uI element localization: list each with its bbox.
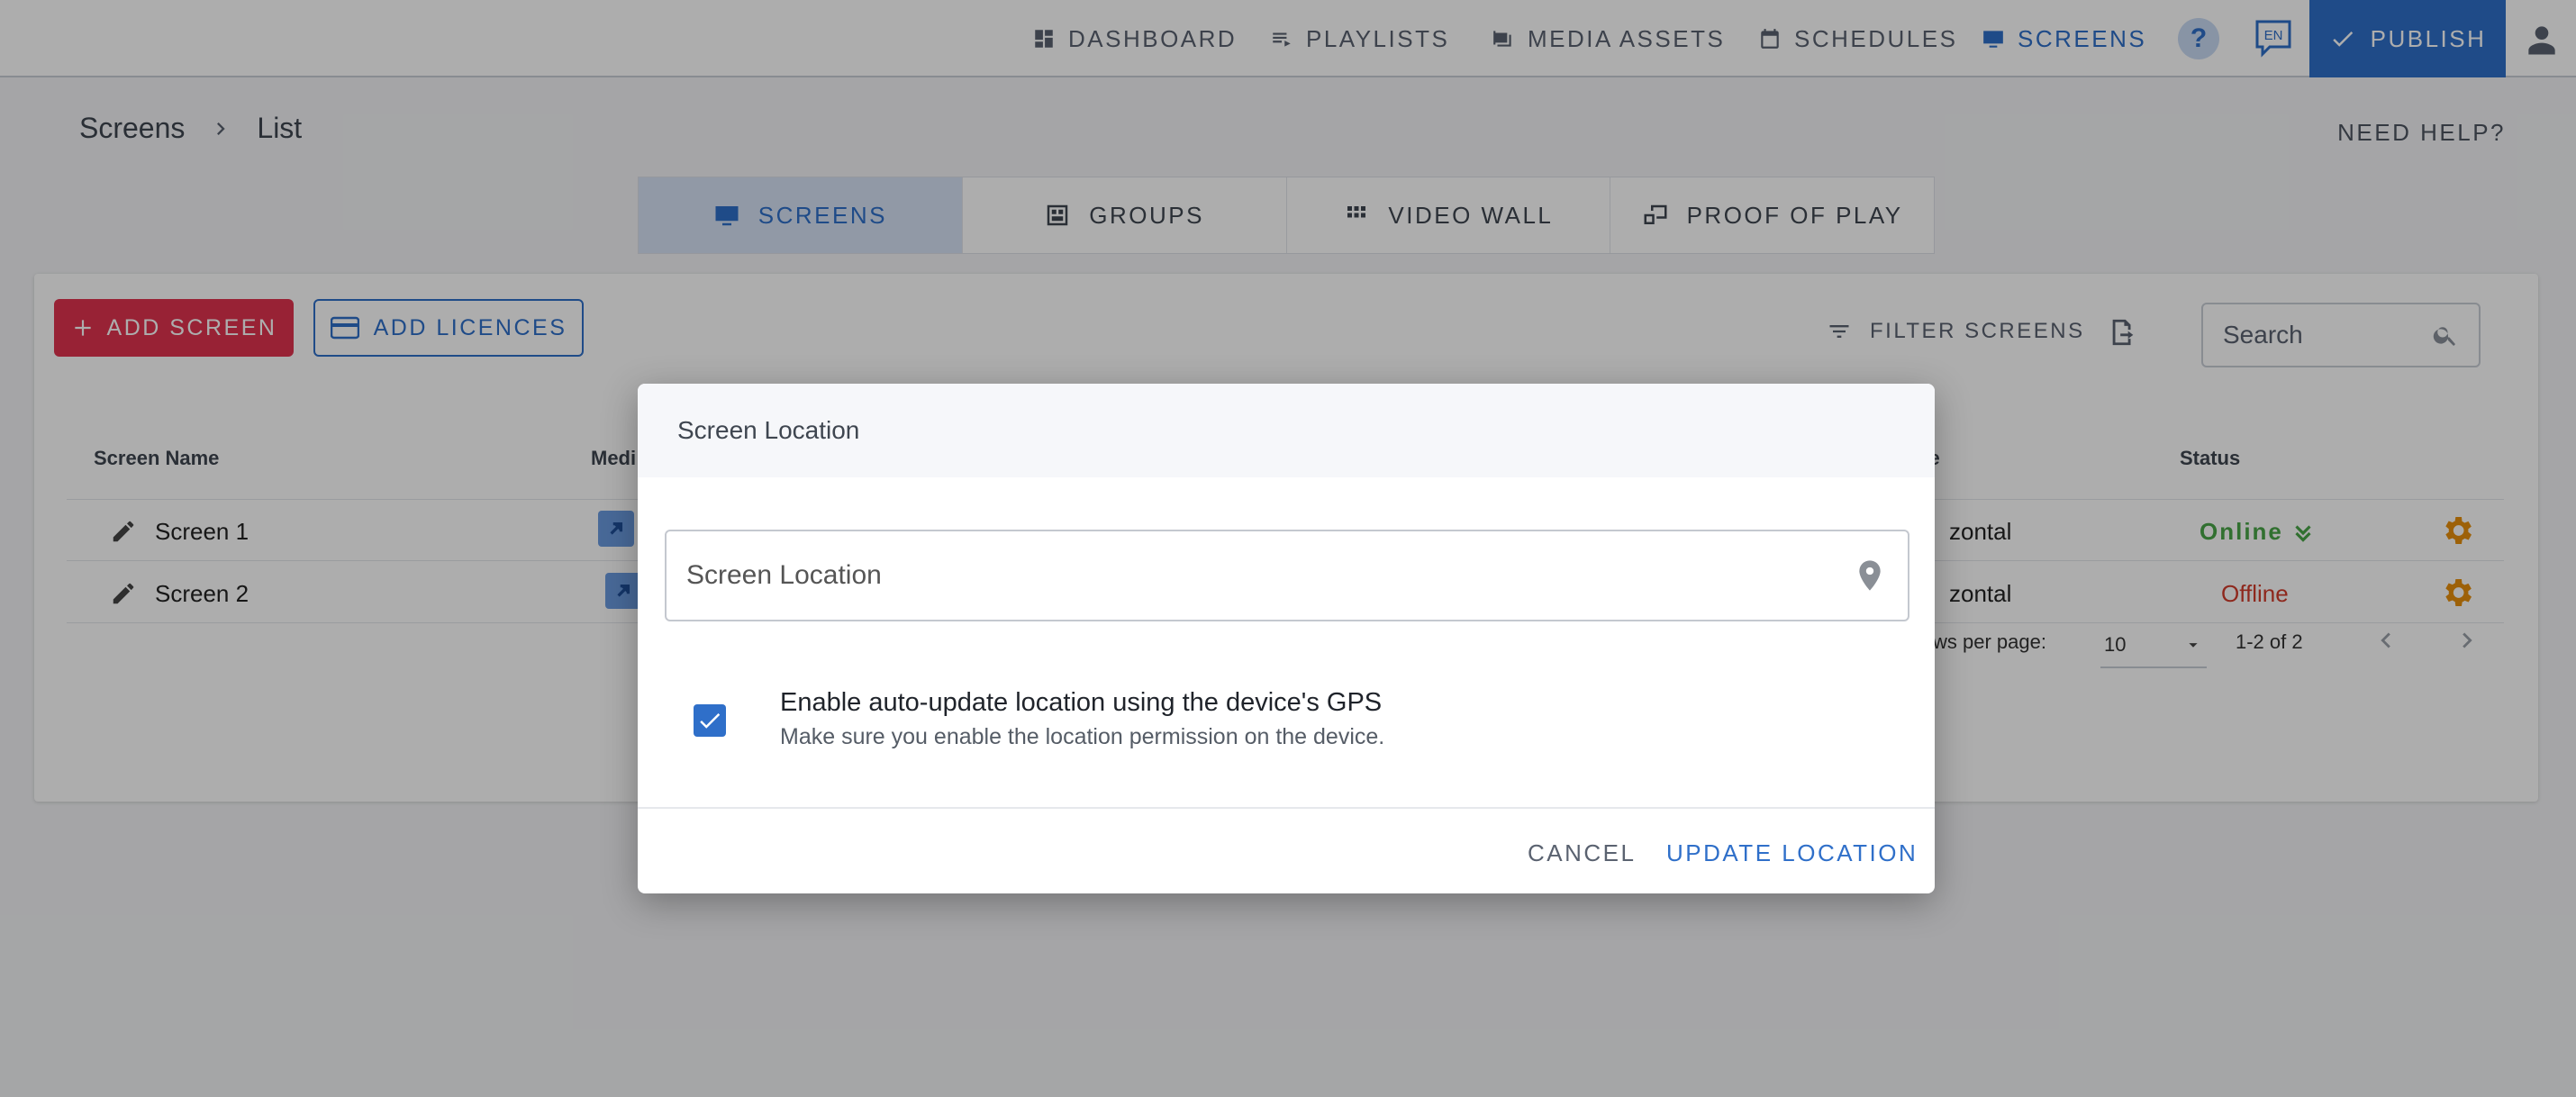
screen-location-placeholder: Screen Location bbox=[686, 560, 882, 590]
dialog-divider bbox=[638, 807, 1935, 809]
dialog-header: Screen Location bbox=[638, 384, 1935, 477]
screen-location-input[interactable]: Screen Location bbox=[665, 530, 1909, 621]
screen-location-dialog: Screen Location Screen Location Enable a… bbox=[638, 384, 1935, 893]
dialog-title: Screen Location bbox=[677, 416, 860, 444]
cancel-button[interactable]: CANCEL bbox=[1528, 839, 1636, 867]
gps-auto-update-checkbox[interactable] bbox=[694, 704, 726, 737]
check-icon bbox=[700, 713, 721, 729]
gps-permission-hint: Make sure you enable the location permis… bbox=[780, 724, 1385, 749]
map-pin-icon[interactable] bbox=[1852, 554, 1888, 597]
update-location-button[interactable]: UPDATE LOCATION bbox=[1666, 839, 1918, 867]
gps-auto-update-label[interactable]: Enable auto-update location using the de… bbox=[780, 688, 1382, 718]
